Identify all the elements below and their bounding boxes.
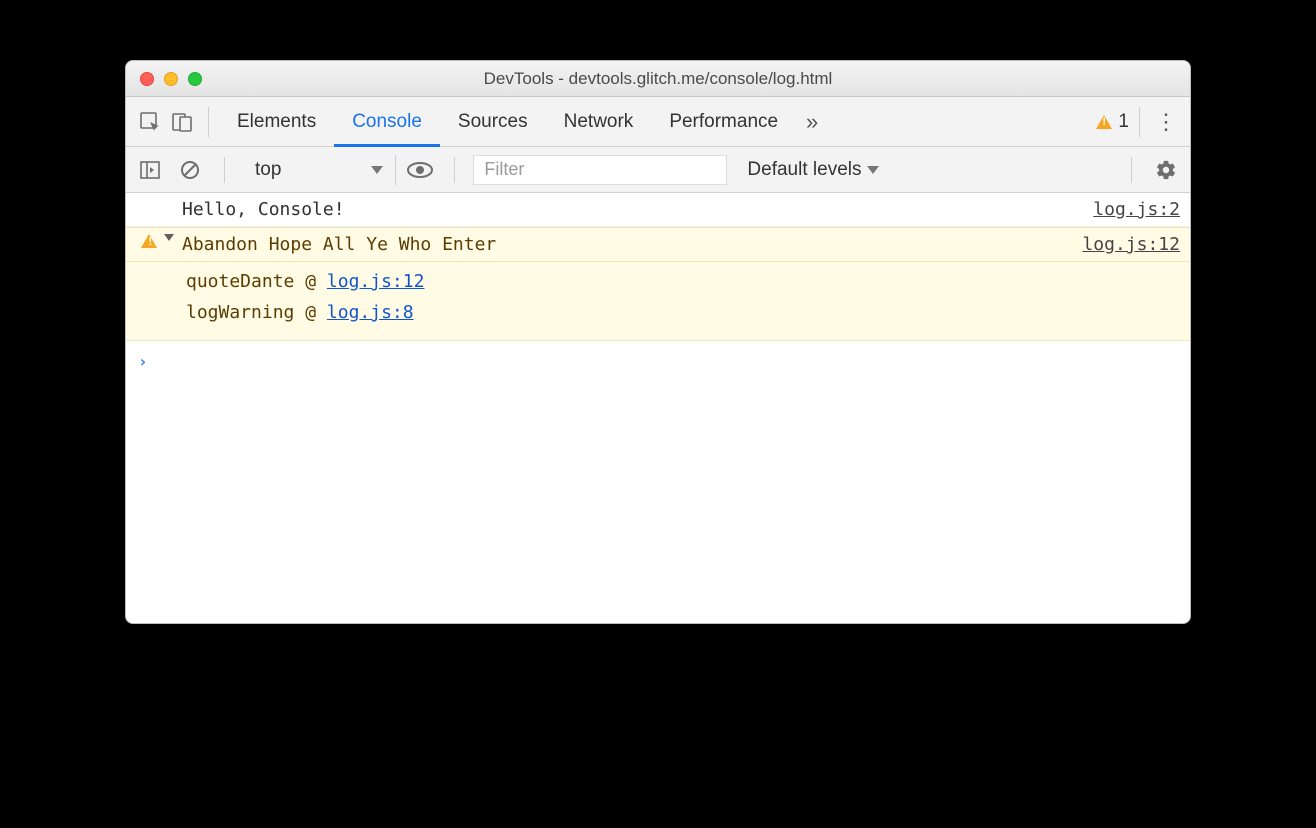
stack-source-link[interactable]: log.js:12 <box>327 271 425 292</box>
tab-performance[interactable]: Performance <box>651 97 796 147</box>
expand-toggle[interactable] <box>164 234 182 241</box>
settings-gear-icon[interactable] <box>1150 154 1182 186</box>
source-link[interactable]: log.js:12 <box>1082 234 1180 255</box>
console-output: Hello, Console! log.js:2 Abandon Hope Al… <box>126 193 1190 623</box>
stack-trace: quoteDante @ log.js:12 logWarning @ log.… <box>126 261 1190 341</box>
log-row-warning: Abandon Hope All Ye Who Enter log.js:12 <box>126 227 1190 261</box>
chevron-down-icon <box>867 166 879 174</box>
devtools-window: DevTools - devtools.glitch.me/console/lo… <box>125 60 1191 624</box>
stack-fn: logWarning <box>186 302 294 323</box>
clear-console-icon[interactable] <box>174 154 206 186</box>
more-tabs-icon[interactable]: » <box>796 106 828 138</box>
separator <box>1139 107 1140 137</box>
separator <box>224 157 225 183</box>
gutter <box>134 234 164 248</box>
context-label: top <box>255 159 281 181</box>
log-levels-selector[interactable]: Default levels <box>735 159 879 181</box>
close-window-button[interactable] <box>140 72 154 86</box>
tab-console[interactable]: Console <box>334 97 440 147</box>
chevron-down-icon <box>371 166 383 174</box>
warning-icon <box>141 234 157 248</box>
context-selector[interactable]: top <box>243 155 396 185</box>
log-row-info: Hello, Console! log.js:2 <box>126 193 1190 227</box>
maximize-window-button[interactable] <box>188 72 202 86</box>
main-tabbar: Elements Console Sources Network Perform… <box>126 97 1190 147</box>
stack-frame: logWarning @ log.js:8 <box>186 297 1180 328</box>
source-link[interactable]: log.js:2 <box>1093 199 1180 220</box>
stack-frame: quoteDante @ log.js:12 <box>186 266 1180 297</box>
console-prompt[interactable]: › <box>126 341 1190 382</box>
warnings-badge[interactable]: 1 <box>1096 111 1129 133</box>
log-message: Abandon Hope All Ye Who Enter <box>182 234 1082 255</box>
chevron-down-icon <box>164 234 174 241</box>
separator <box>1131 157 1132 183</box>
device-toolbar-icon[interactable] <box>166 106 198 138</box>
kebab-menu-icon[interactable]: ⋮ <box>1150 106 1182 138</box>
warning-count: 1 <box>1118 111 1129 133</box>
log-message: Hello, Console! <box>182 199 1093 220</box>
stack-source-link[interactable]: log.js:8 <box>327 302 414 323</box>
tab-network[interactable]: Network <box>546 97 652 147</box>
stack-fn: quoteDante <box>186 271 294 292</box>
tab-elements[interactable]: Elements <box>219 97 334 147</box>
live-expression-icon[interactable] <box>404 154 436 186</box>
separator <box>208 107 209 137</box>
toggle-sidebar-icon[interactable] <box>134 154 166 186</box>
prompt-chevron-icon: › <box>138 352 148 371</box>
separator <box>454 157 455 183</box>
levels-label: Default levels <box>747 159 861 181</box>
warning-icon <box>1096 115 1112 129</box>
filter-input[interactable] <box>473 155 727 185</box>
traffic-lights <box>126 72 202 86</box>
minimize-window-button[interactable] <box>164 72 178 86</box>
tab-sources[interactable]: Sources <box>440 97 546 147</box>
window-title: DevTools - devtools.glitch.me/console/lo… <box>126 69 1190 89</box>
inspect-element-icon[interactable] <box>134 106 166 138</box>
titlebar: DevTools - devtools.glitch.me/console/lo… <box>126 61 1190 97</box>
console-toolbar: top Default levels <box>126 147 1190 193</box>
